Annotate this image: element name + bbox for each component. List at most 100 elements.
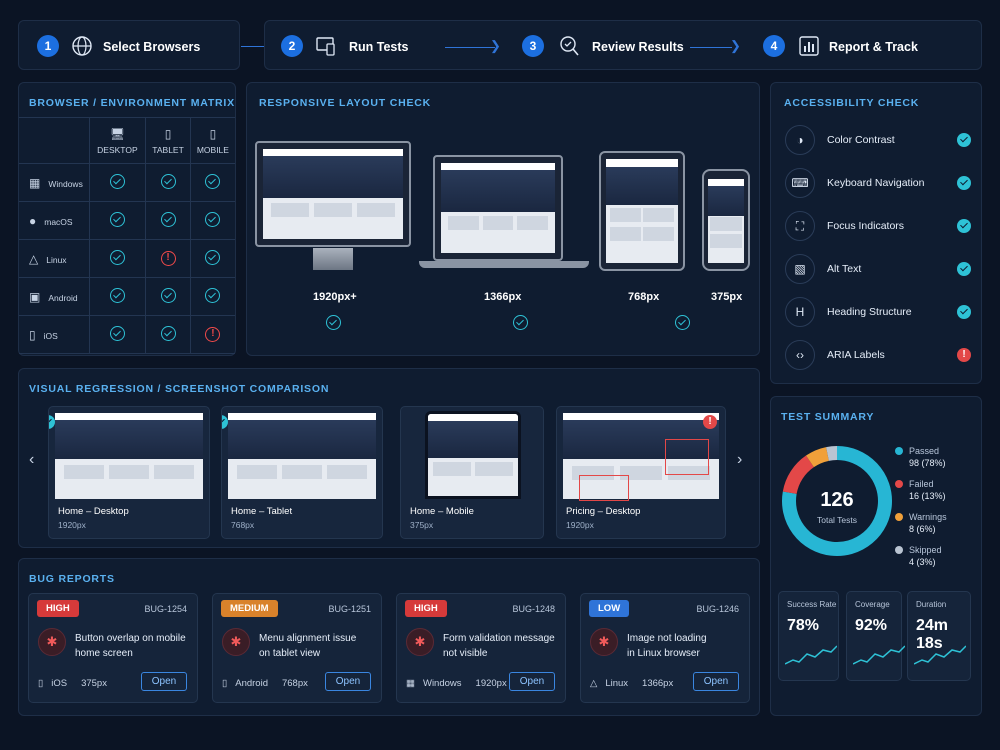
bug-id: BUG-1246 (696, 604, 739, 614)
severity-badge: MEDIUM (221, 600, 278, 617)
chevron-right-icon: ❯ (490, 38, 501, 53)
regression-card[interactable]: Home – Desktop 1920px (48, 406, 210, 539)
code-icon: ‹› (785, 340, 815, 370)
severity-badge: HIGH (405, 600, 447, 617)
bug-card[interactable]: HIGH BUG-1254 ✱ Button overlap on mobile… (28, 593, 198, 703)
stat-label: Success Rate (787, 600, 837, 609)
legend-item: Skipped 4 (3%) (895, 544, 942, 568)
matrix-status-cell (189, 239, 235, 278)
keyboard-icon: ⌨ (785, 168, 815, 198)
accessibility-item[interactable]: ◑ Color Contrast (785, 125, 985, 157)
bug-card[interactable]: HIGH BUG-1248 ✱ Form validation message n… (396, 593, 566, 703)
legend-value: 8 (6%) (909, 524, 936, 534)
carousel-next-button[interactable]: › (737, 451, 742, 469)
matrix-status-cell (189, 201, 235, 240)
image-icon: ▧ (785, 254, 815, 284)
regression-card[interactable]: Home – Tablet 768px (221, 406, 383, 539)
pass-icon (109, 288, 125, 303)
pass-icon (222, 415, 228, 429)
legend-value: 4 (3%) (909, 557, 936, 567)
open-bug-button[interactable]: Open (141, 672, 187, 691)
sparkline-icon (785, 645, 837, 665)
bug-description: Image not loading in Linux browser (627, 631, 747, 661)
stat-label: Coverage (855, 600, 890, 609)
page-preview (228, 413, 376, 499)
accessibility-item[interactable]: ⌨ Keyboard Navigation (785, 168, 985, 200)
accessibility-panel: ACCESSIBILITY CHECK ◑ Color Contrast ⌨ K… (770, 82, 982, 384)
bug-line: not visible (443, 648, 488, 659)
device-size: 1366px (484, 291, 522, 303)
matrix-row: ● macOS (19, 201, 235, 240)
linux-icon: △ (29, 251, 39, 266)
os-label: macOS (44, 216, 73, 227)
carousel-prev-button[interactable]: ‹ (29, 451, 34, 469)
page-preview (441, 163, 555, 253)
accessibility-item[interactable]: ⛶ Focus Indicators (785, 211, 985, 243)
col-label: MOBILE (196, 144, 229, 155)
os-label: Linux (46, 254, 67, 265)
os-label: Windows (48, 178, 83, 189)
mobile-icon: ▯ (209, 126, 217, 141)
bug-id: BUG-1251 (328, 604, 371, 614)
fail-icon: ! (205, 327, 221, 342)
step-label[interactable]: Report & Track (829, 40, 918, 54)
heading-icon: H (785, 297, 815, 327)
accessibility-item[interactable]: ▧ Alt Text (785, 254, 985, 286)
bug-id: BUG-1248 (512, 604, 555, 614)
responsive-panel: RESPONSIVE LAYOUT CHECK 1920px+ 1366px 7… (246, 82, 794, 356)
pass-icon (957, 262, 971, 276)
matrix-status-cell: ! (145, 239, 191, 278)
step-label[interactable]: Run Tests (349, 40, 409, 54)
bug-resolution: 768px (281, 678, 308, 689)
panel-title: TEST SUMMARY (781, 411, 875, 423)
step-label[interactable]: Review Results (592, 40, 684, 54)
open-bug-button[interactable]: Open (693, 672, 739, 691)
bug-card[interactable]: MEDIUM BUG-1251 ✱ Menu alignment issue on… (212, 593, 382, 703)
matrix-row: ▣ Android (19, 277, 235, 316)
monitor-device (255, 141, 411, 247)
matrix-status-cell (145, 163, 191, 202)
ios-icon: ▯ (29, 327, 36, 342)
step-label[interactable]: Select Browsers (103, 40, 200, 54)
bug-resolution: 1366px (642, 678, 674, 689)
page-preview (606, 159, 678, 263)
bug-id: BUG-1254 (144, 604, 187, 614)
accessibility-item[interactable]: H Heading Structure (785, 297, 985, 329)
bug-line: Menu alignment issue (259, 633, 357, 644)
col-tablet: ▯ TABLET (145, 117, 191, 164)
accessibility-item[interactable]: ‹› ARIA Labels ! (785, 340, 985, 372)
regression-title: Home – Tablet (231, 506, 293, 517)
fail-icon: ! (957, 348, 971, 362)
regression-card[interactable]: ! Pricing – Desktop 1920px (556, 406, 726, 539)
step-flow-panel: 2 Run Tests ❯ 3 Review Results ❯ 4 Repor… (264, 20, 982, 70)
accessibility-label: Color Contrast (827, 134, 895, 146)
col-label: TABLET (152, 144, 184, 155)
pass-icon (957, 219, 971, 233)
regression-card[interactable]: Home – Mobile 375px (400, 406, 544, 539)
legend-item: Failed 16 (13%) (895, 478, 946, 502)
step-number: 1 (37, 35, 59, 57)
sparkline-icon (914, 645, 966, 665)
matrix-os-cell: ▯ iOS (19, 315, 90, 354)
fail-icon: ! (703, 415, 717, 429)
device-size: 375px (711, 291, 743, 303)
matrix-status-cell (145, 201, 191, 240)
donut-slice-warnings (806, 447, 830, 468)
bug-line: Button overlap on mobile (75, 633, 186, 644)
chevron-right-icon: ❯ (730, 38, 741, 53)
open-bug-button[interactable]: Open (509, 672, 555, 691)
page-preview (425, 411, 521, 499)
contrast-icon: ◑ (785, 125, 815, 155)
bug-icon: ✱ (38, 628, 66, 656)
open-bug-button[interactable]: Open (325, 672, 371, 691)
severity-badge: HIGH (37, 600, 79, 617)
legend-label: Skipped (909, 545, 942, 555)
windows-icon: ▦ (29, 175, 41, 190)
os-label: Android (48, 292, 78, 303)
bug-card[interactable]: LOW BUG-1246 ✱ Image not loading in Linux… (580, 593, 750, 703)
pass-icon (957, 133, 971, 147)
tablet-icon: ▯ (164, 126, 172, 141)
matrix-status-cell (88, 239, 147, 278)
regression-size: 1920px (566, 520, 594, 530)
matrix-status-cell: ! (189, 315, 235, 354)
